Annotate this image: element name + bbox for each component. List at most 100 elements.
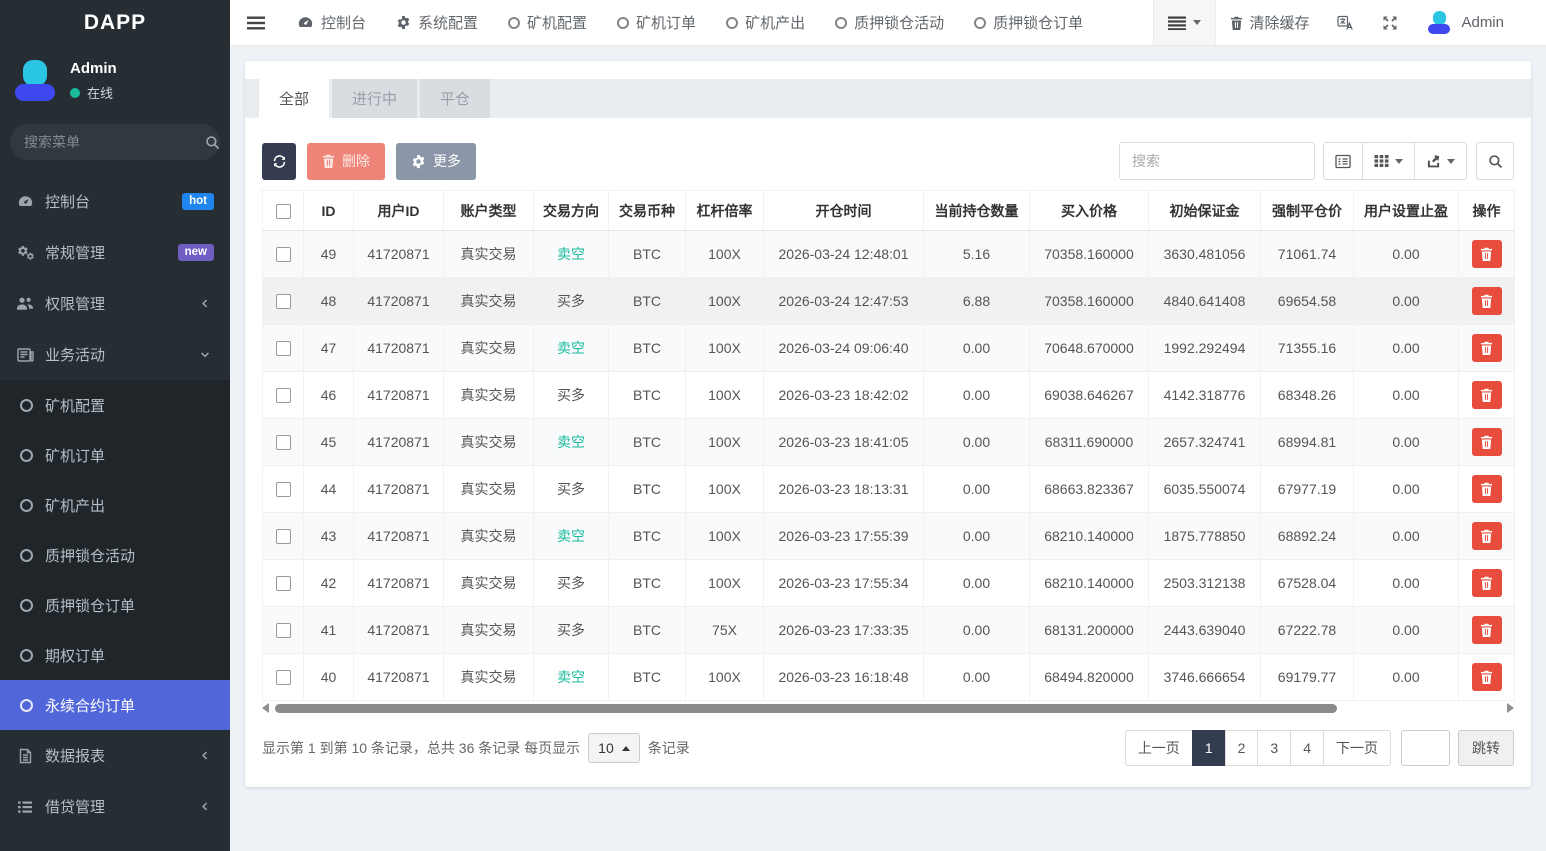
tab-平仓[interactable]: 平仓 (420, 79, 490, 118)
sidebar-subitem-矿机订单[interactable]: 矿机订单 (0, 430, 230, 480)
table-row: 4041720871真实交易卖空BTC100X2026-03-23 16:18:… (263, 654, 1515, 701)
hamburger-icon[interactable] (230, 0, 282, 45)
row-delete-button[interactable] (1472, 616, 1502, 644)
trash-icon (1230, 16, 1243, 30)
row-delete-button[interactable] (1472, 569, 1502, 597)
gauge-icon (297, 14, 314, 31)
row-delete-button[interactable] (1472, 522, 1502, 550)
sidebar-item-权限管理[interactable]: 权限管理 (0, 278, 230, 329)
circle-icon (20, 399, 33, 412)
clear-cache-button[interactable]: 清除缓存 (1216, 0, 1323, 45)
cell-force-price: 71061.74 (1261, 231, 1354, 278)
row-delete-button[interactable] (1472, 663, 1502, 691)
table-row: 4541720871真实交易卖空BTC100X2026-03-23 18:41:… (263, 419, 1515, 466)
cell-user-id: 41720871 (354, 607, 444, 654)
page-button-3[interactable]: 3 (1257, 730, 1291, 766)
topnav-item-系统配置[interactable]: 系统配置 (381, 0, 493, 45)
row-checkbox[interactable] (276, 482, 291, 497)
cell-leverage: 100X (686, 654, 764, 701)
row-delete-button[interactable] (1472, 381, 1502, 409)
fullscreen-button[interactable] (1368, 0, 1412, 45)
tab-全部[interactable]: 全部 (259, 79, 329, 118)
row-checkbox[interactable] (276, 529, 291, 544)
page-button-1[interactable]: 1 (1192, 730, 1226, 766)
page-size-select[interactable]: 10 (588, 733, 640, 763)
sidebar-search-input[interactable] (24, 134, 205, 150)
jump-page-input[interactable] (1401, 730, 1450, 766)
row-checkbox[interactable] (276, 341, 291, 356)
settings-button[interactable] (1518, 0, 1546, 45)
sidebar-subitem-矿机配置[interactable]: 矿机配置 (0, 380, 230, 430)
header-select-all[interactable] (263, 191, 304, 231)
tab-进行中[interactable]: 进行中 (332, 79, 417, 118)
scroll-left-arrow-icon[interactable] (262, 703, 269, 713)
page-button-4[interactable]: 4 (1290, 730, 1324, 766)
scroll-right-arrow-icon[interactable] (1507, 703, 1514, 713)
cell-direction: 卖空 (534, 419, 609, 466)
scrollbar-thumb[interactable] (275, 704, 1337, 713)
delete-button[interactable]: 删除 (307, 143, 385, 180)
refresh-button[interactable] (262, 143, 296, 180)
more-button[interactable]: 更多 (396, 143, 476, 180)
cell-user-id: 41720871 (354, 278, 444, 325)
sidebar-item-数据报表[interactable]: 数据报表 (0, 730, 230, 781)
cell-coin: BTC (609, 231, 686, 278)
sidebar-subitem-质押锁仓订单[interactable]: 质押锁仓订单 (0, 580, 230, 630)
columns-button[interactable] (1362, 142, 1415, 180)
cell-force-price: 68994.81 (1261, 419, 1354, 466)
trash-icon (1480, 482, 1493, 496)
sidebar-item-partial[interactable] (0, 832, 230, 851)
circle-icon (20, 599, 33, 612)
cell-user-id: 41720871 (354, 513, 444, 560)
sidebar-item-控制台[interactable]: 控制台hot (0, 176, 230, 227)
row-checkbox[interactable] (276, 388, 291, 403)
page-prev-button[interactable]: 上一页 (1125, 730, 1193, 766)
user-profile: Admin 在线 (0, 46, 230, 120)
cell-margin: 4142.318776 (1149, 372, 1261, 419)
table-search-input[interactable] (1119, 142, 1315, 180)
page-next-button[interactable]: 下一页 (1323, 730, 1391, 766)
jump-button[interactable]: 跳转 (1458, 730, 1514, 766)
topnav-item-质押锁仓订单[interactable]: 质押锁仓订单 (959, 0, 1098, 45)
topnav-item-控制台[interactable]: 控制台 (282, 0, 381, 45)
row-checkbox[interactable] (276, 670, 291, 685)
columns-grid-icon (1374, 154, 1389, 168)
row-delete-button[interactable] (1472, 240, 1502, 268)
sidebar-item-借贷管理[interactable]: 借贷管理 (0, 781, 230, 832)
trash-icon (1480, 623, 1493, 637)
translate-button[interactable] (1323, 0, 1368, 45)
sidebar-subitem-矿机产出[interactable]: 矿机产出 (0, 480, 230, 530)
export-button[interactable] (1414, 142, 1467, 180)
row-checkbox[interactable] (276, 247, 291, 262)
detail-view-button[interactable] (1323, 142, 1363, 180)
sidebar-subitem-质押锁仓活动[interactable]: 质押锁仓活动 (0, 530, 230, 580)
page-button-2[interactable]: 2 (1225, 730, 1259, 766)
topnav-item-矿机产出[interactable]: 矿机产出 (711, 0, 820, 45)
row-checkbox[interactable] (276, 435, 291, 450)
trash-icon (1480, 247, 1493, 261)
select-all-checkbox[interactable] (276, 204, 291, 219)
row-delete-button[interactable] (1472, 287, 1502, 315)
row-checkbox[interactable] (276, 576, 291, 591)
sidebar-item-常规管理[interactable]: 常规管理new (0, 227, 230, 278)
sidebar-subitem-期权订单[interactable]: 期权订单 (0, 630, 230, 680)
topnav-item-质押锁仓活动[interactable]: 质押锁仓活动 (820, 0, 959, 45)
topnav-item-矿机订单[interactable]: 矿机订单 (602, 0, 711, 45)
sidebar-subitem-永续合约订单[interactable]: 永续合约订单 (0, 680, 230, 730)
row-delete-button[interactable] (1472, 334, 1502, 362)
table-header-row: ID用户ID账户类型交易方向交易币种杠杆倍率开仓时间当前持仓数量买入价格初始保证… (263, 191, 1515, 231)
user-status-label: 在线 (87, 83, 113, 102)
cell-user-id: 41720871 (354, 419, 444, 466)
row-checkbox[interactable] (276, 294, 291, 309)
topnav-item-矿机配置[interactable]: 矿机配置 (493, 0, 602, 45)
row-delete-button[interactable] (1472, 475, 1502, 503)
advanced-search-button[interactable] (1476, 142, 1514, 180)
tabs-menu-button[interactable] (1153, 0, 1216, 45)
column-header: 交易方向 (534, 191, 609, 231)
row-checkbox[interactable] (276, 623, 291, 638)
content-card: 全部进行中平仓 删除 更多 ID用户ID账户类型交易方向交易 (245, 61, 1531, 787)
sidebar-item-业务活动[interactable]: 业务活动 (0, 329, 230, 380)
record-info-suffix: 条记录 (648, 738, 690, 758)
row-delete-button[interactable] (1472, 428, 1502, 456)
admin-menu[interactable]: Admin (1412, 0, 1518, 45)
